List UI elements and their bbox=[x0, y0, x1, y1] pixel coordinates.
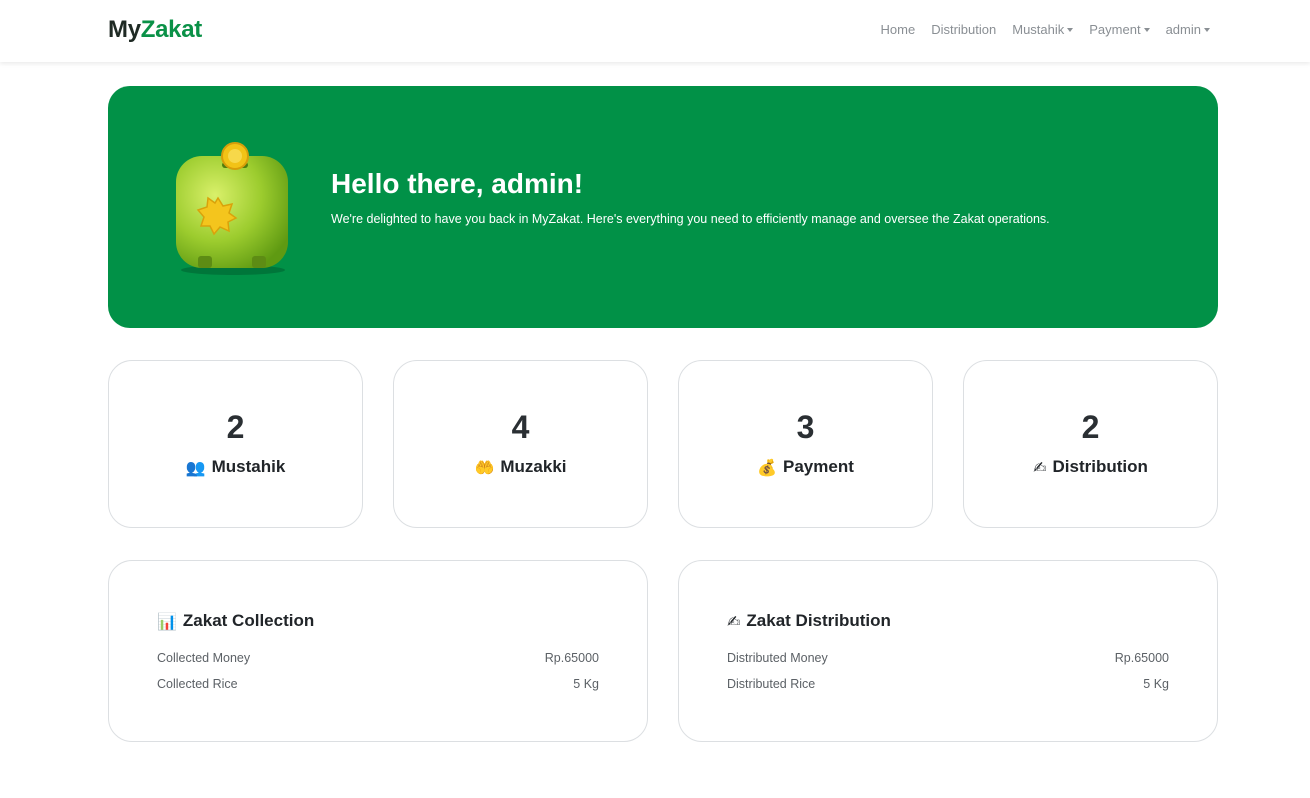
collected-money-value: Rp.65000 bbox=[544, 651, 599, 665]
nav-user-dropdown[interactable]: admin bbox=[1166, 22, 1210, 37]
collected-money-row: Collected Money Rp.65000 bbox=[157, 651, 599, 665]
nav-payment-dropdown[interactable]: Payment bbox=[1089, 22, 1150, 37]
distributed-money-row: Distributed Money Rp.65000 bbox=[727, 651, 1169, 665]
caret-down-icon bbox=[1067, 27, 1074, 32]
distributed-money-value: Rp.65000 bbox=[1114, 651, 1169, 665]
stat-card-muzakki[interactable]: 4 🤲 Muzakki bbox=[393, 360, 648, 528]
stat-label-text: Muzakki bbox=[500, 457, 567, 476]
stat-value-distribution: 2 bbox=[1081, 409, 1100, 445]
stat-value-muzakki: 4 bbox=[511, 409, 530, 445]
nav-home-link[interactable]: Home bbox=[881, 22, 916, 37]
stat-label-text: Payment bbox=[783, 457, 854, 476]
brand-logo[interactable]: MyZakat bbox=[108, 16, 202, 44]
distributed-rice-label: Distributed Rice bbox=[727, 677, 816, 691]
open-hands-icon: 🤲 bbox=[474, 457, 495, 477]
zakat-distribution-card: ✍ Zakat Distribution Distributed Money R… bbox=[678, 560, 1218, 742]
collection-title: 📊 Zakat Collection bbox=[157, 611, 314, 631]
collected-rice-value: 5 Kg bbox=[573, 677, 599, 691]
stat-value-payment: 3 bbox=[796, 409, 815, 445]
stat-label-text: Mustahik bbox=[211, 457, 286, 476]
zakat-collection-card: 📊 Zakat Collection Collected Money Rp.65… bbox=[108, 560, 648, 742]
stat-label-muzakki: 🤲 Muzakki bbox=[394, 457, 647, 477]
nav-mustahik-label: Mustahik bbox=[1012, 22, 1065, 37]
distributed-rice-row: Distributed Rice 5 Kg bbox=[727, 677, 1169, 691]
caret-down-icon bbox=[1204, 27, 1210, 32]
welcome-title: Hello there, admin! bbox=[331, 168, 584, 199]
brand-part-zakat: Zakat bbox=[140, 16, 203, 43]
bar-chart-icon: 📊 bbox=[157, 611, 177, 631]
stat-label-text: Distribution bbox=[1052, 457, 1148, 476]
nav-user-label: admin bbox=[1165, 22, 1201, 37]
zakat-box-icon bbox=[176, 142, 288, 275]
nav-links: Home Distribution Mustahik Payment admin bbox=[881, 22, 1210, 37]
collection-title-text: Zakat Collection bbox=[182, 611, 315, 630]
distribution-title-text: Zakat Distribution bbox=[746, 611, 891, 630]
distribution-title: ✍ Zakat Distribution bbox=[727, 611, 891, 631]
welcome-subtitle: We're delighted to have you back in MyZa… bbox=[331, 212, 1050, 226]
collected-money-label: Collected Money bbox=[157, 651, 251, 665]
caret-down-icon bbox=[1143, 27, 1150, 32]
people-icon: 👥 bbox=[185, 457, 206, 477]
stat-card-payment[interactable]: 3 💰 Payment bbox=[678, 360, 933, 528]
stat-label-mustahik: 👥 Mustahik bbox=[109, 457, 362, 477]
nav-payment-label: Payment bbox=[1089, 22, 1141, 37]
nav-distribution-link[interactable]: Distribution bbox=[931, 22, 996, 37]
writing-hand-icon: ✍ bbox=[727, 611, 741, 631]
writing-hand-icon: ✍ bbox=[1033, 457, 1047, 477]
stat-card-mustahik[interactable]: 2 👥 Mustahik bbox=[108, 360, 363, 528]
top-navbar: MyZakat Home Distribution Mustahik Payme… bbox=[0, 0, 1310, 62]
stat-label-distribution: ✍ Distribution bbox=[964, 457, 1217, 477]
stat-card-distribution[interactable]: 2 ✍ Distribution bbox=[963, 360, 1218, 528]
brand-part-my: My bbox=[108, 16, 141, 43]
distributed-rice-value: 5 Kg bbox=[1143, 677, 1169, 691]
nav-mustahik-dropdown[interactable]: Mustahik bbox=[1012, 22, 1074, 37]
stat-label-payment: 💰 Payment bbox=[679, 457, 932, 477]
distributed-money-label: Distributed Money bbox=[727, 651, 828, 665]
welcome-banner: Hello there, admin! We're delighted to h… bbox=[108, 86, 1218, 328]
collected-rice-label: Collected Rice bbox=[157, 677, 238, 691]
collected-rice-row: Collected Rice 5 Kg bbox=[157, 677, 599, 691]
stat-value-mustahik: 2 bbox=[226, 409, 245, 445]
money-bag-icon: 💰 bbox=[757, 457, 778, 477]
